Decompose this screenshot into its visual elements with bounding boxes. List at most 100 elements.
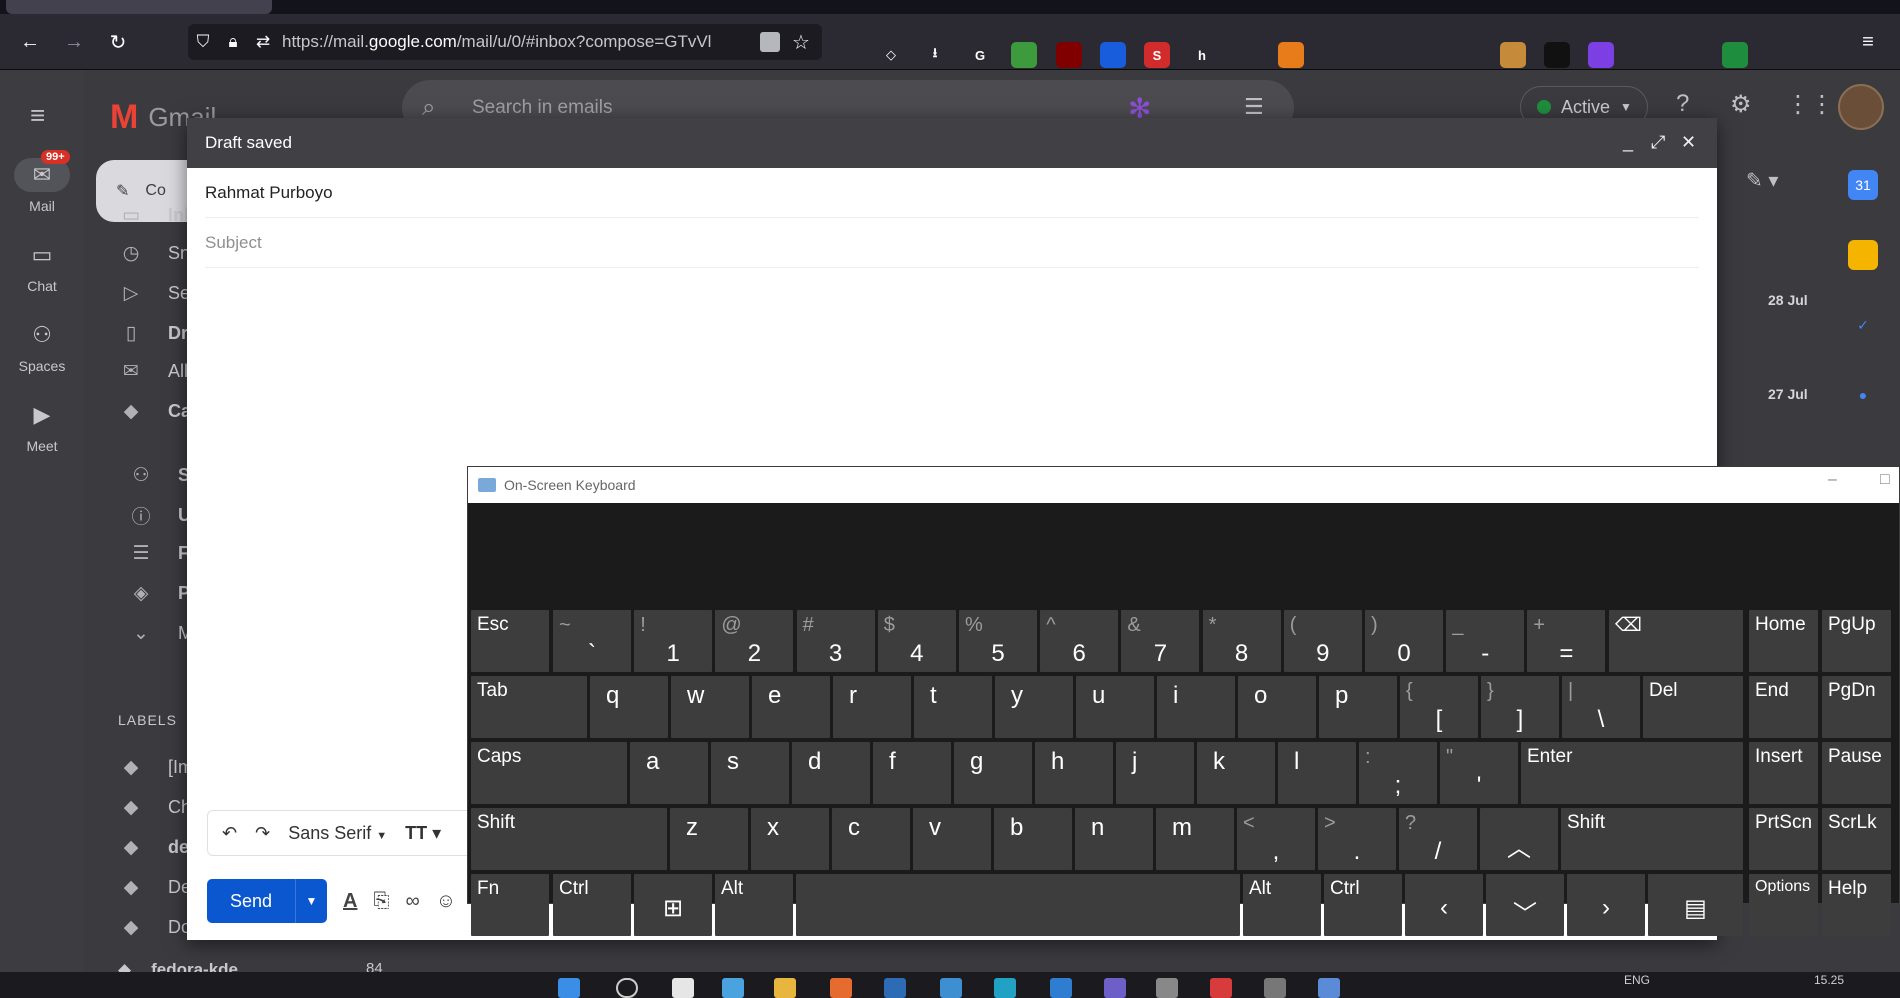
compose-title-bar[interactable]: Draft saved _ ⤢ ✕ xyxy=(187,118,1717,168)
task-view-icon[interactable] xyxy=(672,978,694,998)
account-avatar[interactable] xyxy=(1838,84,1884,130)
contacts-icon[interactable]: ● xyxy=(1848,380,1878,410)
key-d[interactable]: d xyxy=(792,742,870,804)
key-pgup[interactable]: PgUp xyxy=(1822,610,1891,672)
taskbar-app-icon[interactable] xyxy=(1104,978,1126,998)
label-item[interactable]: ◆ [Im xyxy=(118,756,193,779)
sidebar-item[interactable]: ▯ Dr xyxy=(118,322,188,345)
key-[interactable]: _ - xyxy=(1446,610,1525,672)
extension-purple-icon[interactable] xyxy=(1588,42,1614,68)
label-item[interactable]: ◆ Do xyxy=(118,916,191,939)
app-menu-button[interactable]: ≡ xyxy=(1852,26,1884,58)
font-size-icon[interactable]: TT ▾ xyxy=(405,823,441,844)
extension-bottle-icon[interactable] xyxy=(1366,42,1392,68)
reader-view-icon[interactable] xyxy=(760,32,780,52)
key-u[interactable]: u xyxy=(1076,676,1154,738)
shield-icon[interactable]: ⛉ xyxy=(188,32,218,52)
key-arrowright[interactable]: › xyxy=(1567,874,1645,936)
minimize-icon[interactable]: – xyxy=(1828,471,1837,489)
minimize-icon[interactable]: _ xyxy=(1623,132,1633,153)
key-tab[interactable]: Tab xyxy=(471,676,587,738)
key-6[interactable]: ^ 6 xyxy=(1040,610,1119,672)
sidebar-item[interactable]: ▷ Se xyxy=(118,282,190,305)
send-options-button[interactable]: ▼ xyxy=(295,879,327,923)
reader-icon[interactable] xyxy=(1322,42,1348,68)
fullscreen-icon[interactable]: ⤢ xyxy=(1651,132,1665,153)
download-icon[interactable]: ⭳ xyxy=(922,42,948,68)
clock[interactable]: 15.25 xyxy=(1814,973,1844,987)
file-explorer-icon[interactable] xyxy=(774,978,796,998)
key-del[interactable]: Del xyxy=(1643,676,1743,738)
language-indicator[interactable]: ENG xyxy=(1624,973,1650,987)
undo-icon[interactable]: ↶ xyxy=(222,823,237,844)
key-g[interactable]: g xyxy=(954,742,1032,804)
key-help[interactable]: Help xyxy=(1822,874,1891,936)
key-s[interactable]: s xyxy=(711,742,789,804)
key-scrlk[interactable]: ScrLk xyxy=(1822,808,1891,870)
extension-green-icon[interactable] xyxy=(1011,42,1037,68)
key-0[interactable]: ) 0 xyxy=(1365,610,1443,672)
key-3[interactable]: #3 xyxy=(796,610,875,672)
key-shift[interactable]: Shift xyxy=(471,808,667,870)
key-arrowleft[interactable]: ‹ xyxy=(1405,874,1483,936)
taskbar-app-icon[interactable] xyxy=(1210,978,1232,998)
key-a[interactable]: a xyxy=(630,742,708,804)
key-t[interactable]: t xyxy=(914,676,992,738)
key-o[interactable]: o xyxy=(1238,676,1316,738)
notes-icon[interactable] xyxy=(1455,42,1481,68)
key-b[interactable]: b xyxy=(994,808,1072,870)
key-alt[interactable]: Alt xyxy=(1243,874,1321,936)
key-9[interactable]: (9 xyxy=(1283,610,1362,672)
label-fedora-kde[interactable]: ◆ fedora-kde 84 xyxy=(118,960,383,972)
key-home[interactable]: Home xyxy=(1749,610,1818,672)
osk-title-bar[interactable]: On-Screen Keyboard – □ xyxy=(468,467,1899,503)
extension-orange-icon[interactable] xyxy=(1278,42,1304,68)
key-ctrl[interactable]: Ctrl xyxy=(1324,874,1402,936)
onedrive-icon[interactable] xyxy=(1810,42,1836,68)
key-[interactable]: ~ ` xyxy=(553,610,631,672)
key-fn[interactable]: Fn xyxy=(471,874,549,936)
key-backspace[interactable]: ⌫ xyxy=(1609,610,1743,672)
key-y[interactable]: y xyxy=(995,676,1073,738)
key-i[interactable]: i xyxy=(1157,676,1235,738)
key-space[interactable] xyxy=(796,874,1240,936)
lock-extension-icon[interactable] xyxy=(1544,42,1570,68)
key-caps[interactable]: Caps xyxy=(471,742,627,804)
extension-h-icon[interactable]: h xyxy=(1189,42,1215,68)
calendar-icon[interactable]: 31 xyxy=(1848,170,1878,200)
pocket-icon[interactable]: ◇ xyxy=(878,42,904,68)
taskbar-app-icon[interactable] xyxy=(1318,978,1340,998)
key-alt[interactable]: Alt xyxy=(715,874,793,936)
key-r[interactable]: r xyxy=(833,676,911,738)
tasks-icon[interactable]: ✓ xyxy=(1848,310,1878,340)
forward-button[interactable]: → xyxy=(58,26,90,58)
sidebar-item[interactable]: ✉ All xyxy=(118,360,188,383)
taskbar-app-icon[interactable] xyxy=(1156,978,1178,998)
key-x[interactable]: x xyxy=(751,808,829,870)
extension-red-icon[interactable] xyxy=(1722,42,1748,68)
key-arrowup[interactable]: ︿ xyxy=(1480,808,1558,870)
key-esc[interactable]: Esc xyxy=(471,610,549,672)
back-button[interactable]: ← xyxy=(14,26,46,58)
main-menu-icon[interactable]: ≡ xyxy=(30,100,45,131)
cloud-icon[interactable] xyxy=(1766,42,1792,68)
sidebar-item[interactable]: ⓘ U xyxy=(128,502,191,529)
key-[interactable]: :; xyxy=(1359,742,1437,804)
maximize-icon[interactable]: □ xyxy=(1880,471,1890,489)
key-h[interactable]: h xyxy=(1035,742,1113,804)
key-arrowdown[interactable]: ﹀ xyxy=(1486,874,1564,936)
reload-button[interactable]: ↻ xyxy=(102,26,134,58)
key-q[interactable]: q xyxy=(590,676,668,738)
search-icon[interactable] xyxy=(616,978,638,998)
key-2[interactable]: @2 xyxy=(715,610,794,672)
rail-mail[interactable]: ✉ 99+ Mail xyxy=(0,150,84,214)
extension-counter-icon[interactable] xyxy=(1411,42,1437,68)
key-[interactable]: " ' xyxy=(1440,742,1518,804)
key-k[interactable]: k xyxy=(1197,742,1275,804)
key-v[interactable]: v xyxy=(913,808,991,870)
rail-meet[interactable]: ▶ Meet xyxy=(0,398,84,454)
send-button[interactable]: Send xyxy=(207,879,295,923)
font-family-select[interactable]: Sans Serif ▼ xyxy=(288,823,387,844)
key-4[interactable]: $4 xyxy=(877,610,956,672)
to-field[interactable]: Rahmat Purboyo xyxy=(205,168,1699,218)
